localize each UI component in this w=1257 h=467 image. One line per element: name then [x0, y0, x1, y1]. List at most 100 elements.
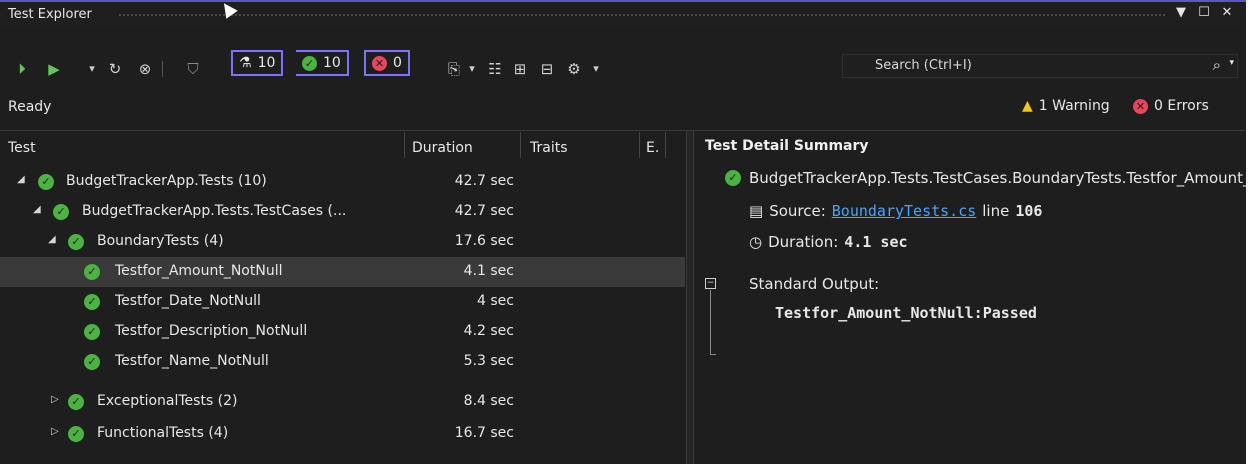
column-separator[interactable] [639, 132, 640, 158]
column-separator[interactable] [520, 132, 521, 158]
tree-row[interactable]: ✓ Testfor_Name_NotNull 5.3 sec [0, 347, 685, 377]
refresh-run-icon[interactable]: ↻ [104, 58, 126, 80]
passed-check-icon: ✓ [68, 234, 84, 250]
detail-title: Test Detail Summary [705, 138, 869, 154]
window-title: Test Explorer [8, 7, 92, 22]
column-duration[interactable]: Duration [412, 140, 473, 156]
search-dropdown-icon[interactable]: ▾ [1229, 58, 1234, 68]
detail-test-name-row: ✓ BudgetTrackerApp.Tests.TestCases.Bound… [725, 169, 1246, 187]
tree-row[interactable]: ✓ Testfor_Description_NotNull 4.2 sec [0, 317, 685, 347]
filter-icon[interactable]: ⛉ [182, 58, 204, 80]
expanded-arrow-icon[interactable]: ◢ [33, 204, 41, 215]
test-duration: 42.7 sec [454, 173, 514, 189]
passed-check-icon: ✓ [725, 170, 741, 186]
drag-grip[interactable] [118, 13, 1166, 17]
failed-count: 0 [393, 55, 402, 71]
test-duration: 16.7 sec [454, 425, 514, 441]
settings-dropdown-icon[interactable]: ▾ [590, 58, 602, 80]
collapsed-arrow-icon[interactable]: ▷ [51, 394, 59, 405]
column-separator[interactable] [404, 132, 405, 158]
tree-row[interactable]: ◢ ✓ BudgetTrackerApp.Tests.TestCases (..… [0, 197, 685, 227]
test-name: BoundaryTests (4) [97, 233, 224, 249]
test-duration: 4.2 sec [463, 323, 514, 339]
tree-row[interactable]: ◢ ✓ BudgetTrackerApp.Tests (10) 42.7 sec [0, 167, 685, 197]
playlist-icon[interactable]: ⎘ [443, 58, 465, 80]
source-label: Source: [769, 202, 826, 220]
standard-output-label: Standard Output: [749, 275, 880, 293]
tree-row[interactable]: ◢ ✓ BoundaryTests (4) 17.6 sec [0, 227, 685, 257]
maximize-icon[interactable]: ☐ [1195, 5, 1213, 20]
run-icon[interactable]: ▶ [44, 58, 64, 80]
errors-indicator[interactable]: ✕ 0 Errors [1133, 98, 1209, 114]
run-all-icon[interactable]: ⏵ [12, 58, 32, 80]
test-name: BudgetTrackerApp.Tests (10) [66, 173, 267, 189]
tree-row[interactable]: ▷ ✓ FunctionalTests (4) 16.7 sec [0, 419, 685, 449]
test-name: Testfor_Amount_NotNull [115, 263, 283, 279]
total-count: 10 [257, 55, 276, 71]
tree-row[interactable]: ▷ ✓ ExceptionalTests (2) 8.4 sec [0, 387, 685, 417]
duration-value: 4.1 sec [844, 233, 908, 251]
error-icon: ✕ [1133, 98, 1148, 114]
passed-check-icon: ✓ [53, 204, 69, 220]
tree-row-selected[interactable]: ✓ Testfor_Amount_NotNull 4.1 sec [0, 257, 685, 287]
status-text: Ready [8, 99, 52, 115]
test-duration: 4.1 sec [463, 263, 514, 279]
collapsed-arrow-icon[interactable]: ▷ [51, 426, 59, 437]
window-menu-dropdown-icon[interactable]: ▼ [1172, 5, 1190, 20]
passed-check-icon: ✓ [84, 294, 100, 310]
column-separator[interactable] [665, 132, 666, 158]
passed-check-icon: ✓ [84, 354, 100, 370]
tree-row[interactable]: ✓ Testfor_Date_NotNull 4 sec [0, 287, 685, 317]
cancel-run-icon[interactable]: ⊗ [134, 58, 156, 80]
search-icon[interactable]: ⌕ [1213, 56, 1221, 74]
expanded-arrow-icon[interactable]: ◢ [17, 174, 25, 185]
flask-icon: ⚗ [239, 55, 252, 71]
run-dropdown-icon[interactable]: ▾ [86, 58, 98, 80]
test-duration: 5.3 sec [463, 353, 514, 369]
detail-source-row: ▤ Source: BoundaryTests.cs line 106 [749, 202, 1042, 220]
output-collapse-icon[interactable]: − [705, 278, 716, 289]
test-duration: 42.7 sec [454, 203, 514, 219]
playlist-dropdown-icon[interactable]: ▾ [466, 58, 478, 80]
title-bar: Test Explorer ▼ ☐ ✕ [0, 2, 1246, 28]
test-duration: 4 sec [477, 293, 514, 309]
clock-icon: ◷ [749, 233, 763, 251]
warnings-indicator[interactable]: ▲ 1 Warning [1022, 98, 1110, 114]
failed-tests-counter[interactable]: ✕ 0 [364, 50, 410, 76]
search-box[interactable]: Search (Ctrl+I) ⌕ ▾ [842, 54, 1238, 78]
passed-check-icon: ✓ [84, 324, 100, 340]
source-file-link[interactable]: BoundaryTests.cs [832, 202, 977, 220]
test-name: Testfor_Date_NotNull [115, 293, 261, 309]
column-test[interactable]: Test [8, 140, 36, 156]
settings-gear-icon[interactable]: ⚙ [563, 58, 585, 80]
toolbar-separator [162, 61, 163, 77]
test-duration: 17.6 sec [454, 233, 514, 249]
expand-all-icon[interactable]: ⊞ [509, 58, 531, 80]
line-number: 106 [1015, 202, 1043, 220]
test-name: Testfor_Description_NotNull [115, 323, 308, 339]
header-divider [0, 130, 1246, 131]
source-file-icon: ▤ [749, 202, 764, 220]
group-by-icon[interactable]: ☷ [484, 58, 506, 80]
test-name: Testfor_Name_NotNull [115, 353, 269, 369]
search-input[interactable]: Search (Ctrl+I) [875, 58, 972, 73]
passed-count: 10 [323, 55, 341, 71]
close-icon[interactable]: ✕ [1218, 5, 1236, 20]
output-guide-tick [710, 354, 716, 355]
standard-output-value: Testfor_Amount_NotNull:Passed [775, 304, 1037, 322]
detail-duration-row: ◷ Duration: 4.1 sec [749, 233, 908, 251]
total-tests-counter[interactable]: ⚗ 10 [231, 50, 284, 76]
column-traits[interactable]: Traits [530, 140, 568, 156]
errors-label: 0 Errors [1154, 98, 1209, 114]
warning-icon: ▲ [1022, 98, 1033, 114]
test-explorer-window: Test Explorer ▼ ☐ ✕ ⏵ ▶ ▾ ↻ ⊗ ⛉ ⚗ 10 ✓ 1… [0, 0, 1246, 464]
passed-tests-counter[interactable]: ✓ 10 [296, 50, 349, 76]
collapse-all-icon[interactable]: ⊟ [536, 58, 558, 80]
passed-check-icon: ✓ [38, 174, 54, 190]
detail-test-full-name: BudgetTrackerApp.Tests.TestCases.Boundar… [749, 169, 1246, 187]
failed-x-icon: ✕ [372, 55, 387, 71]
pane-splitter[interactable] [686, 131, 694, 464]
warnings-label: 1 Warning [1038, 98, 1110, 114]
column-error[interactable]: E. [646, 140, 659, 156]
expanded-arrow-icon[interactable]: ◢ [48, 234, 56, 245]
